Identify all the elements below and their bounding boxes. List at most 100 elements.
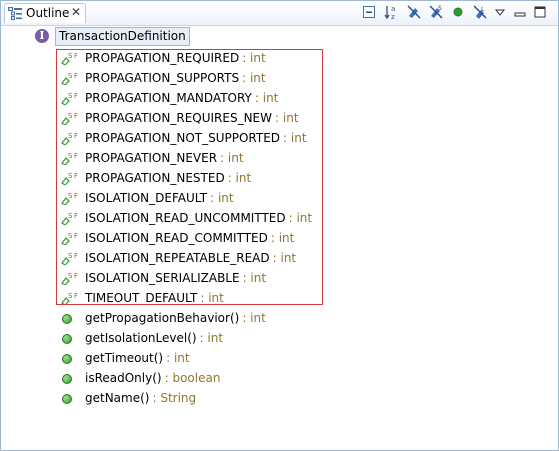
view-menu-icon[interactable] bbox=[492, 4, 508, 20]
field-label: ISOLATION_REPEATABLE_READ bbox=[85, 251, 270, 265]
hide-static-icon[interactable]: S bbox=[428, 4, 444, 20]
field-name: PROPAGATION_NEVER: int bbox=[85, 151, 244, 165]
field-type: : int bbox=[254, 91, 279, 105]
outline-tab[interactable]: Outline ✕ bbox=[4, 3, 86, 23]
field-name: PROPAGATION_NESTED: int bbox=[85, 171, 251, 185]
method-name: getIsolationLevel(): int bbox=[85, 331, 223, 345]
outline-view-icon bbox=[8, 7, 22, 20]
field-type: : int bbox=[275, 111, 299, 125]
svg-text:S: S bbox=[68, 92, 73, 100]
field-name: ISOLATION_READ_UNCOMMITTED: int bbox=[85, 211, 312, 225]
svg-text:F: F bbox=[74, 132, 78, 140]
svg-text:S: S bbox=[68, 232, 73, 240]
field-name: ISOLATION_REPEATABLE_READ: int bbox=[85, 251, 296, 265]
field-label: ISOLATION_READ_UNCOMMITTED bbox=[85, 211, 286, 225]
field-name: ISOLATION_DEFAULT: int bbox=[85, 191, 234, 205]
field-type: : int bbox=[242, 51, 266, 65]
svg-text:S: S bbox=[438, 5, 442, 12]
method-name: getPropagationBehavior(): int bbox=[85, 311, 266, 325]
interface-icon: I bbox=[35, 29, 49, 43]
svg-text:S: S bbox=[68, 252, 73, 260]
method-name: isReadOnly(): boolean bbox=[85, 371, 220, 385]
field-label: ISOLATION_READ_COMMITTED bbox=[85, 231, 268, 245]
field-label: PROPAGATION_REQUIRES_NEW bbox=[85, 111, 273, 125]
field-name: ISOLATION_SERIALIZABLE: int bbox=[85, 271, 266, 285]
svg-text:F: F bbox=[74, 112, 78, 120]
minimize-icon[interactable] bbox=[512, 4, 528, 20]
svg-text:S: S bbox=[68, 132, 73, 140]
field-type: : int bbox=[200, 291, 224, 305]
outline-view: Outline ✕ a z S L I TransactionDefinitio… bbox=[0, 0, 559, 451]
sort-icon[interactable]: a z bbox=[384, 4, 400, 20]
field-label: PROPAGATION_NOT_SUPPORTED bbox=[85, 131, 281, 145]
field-type: : int bbox=[220, 151, 244, 165]
method-label: getTimeout() bbox=[85, 351, 164, 365]
field-type: : int bbox=[283, 131, 307, 145]
svg-text:F: F bbox=[74, 52, 78, 60]
root-label: TransactionDefinition bbox=[55, 27, 190, 46]
method-name: getName(): String bbox=[85, 391, 196, 405]
svg-text:S: S bbox=[68, 212, 73, 220]
field-type: : int bbox=[242, 271, 267, 285]
close-icon[interactable]: ✕ bbox=[71, 5, 83, 19]
field-type: : int bbox=[288, 211, 313, 225]
field-label: PROPAGATION_SUPPORTS bbox=[85, 71, 240, 85]
static-final-field-icon: SF bbox=[61, 232, 78, 245]
method-label: getPropagationBehavior() bbox=[85, 311, 240, 325]
static-final-field-icon: SF bbox=[61, 252, 78, 265]
maximize-icon[interactable] bbox=[532, 4, 548, 20]
field-label: ISOLATION_SERIALIZABLE bbox=[85, 271, 240, 285]
public-method-icon bbox=[62, 394, 72, 404]
field-name: ISOLATION_READ_COMMITTED: int bbox=[85, 231, 294, 245]
hide-fields-icon[interactable] bbox=[406, 4, 422, 20]
public-method-icon bbox=[62, 334, 72, 344]
public-method-icon bbox=[62, 374, 72, 384]
svg-text:S: S bbox=[68, 152, 73, 160]
static-final-field-icon: SF bbox=[61, 212, 78, 225]
svg-text:F: F bbox=[74, 272, 78, 280]
static-final-field-icon: SF bbox=[61, 192, 78, 205]
svg-text:L: L bbox=[481, 6, 485, 13]
method-label: isReadOnly() bbox=[85, 371, 162, 385]
svg-text:F: F bbox=[74, 92, 78, 100]
svg-text:S: S bbox=[68, 172, 73, 180]
field-name: PROPAGATION_SUPPORTS: int bbox=[85, 71, 266, 85]
svg-text:S: S bbox=[68, 192, 73, 200]
svg-text:F: F bbox=[74, 252, 78, 260]
svg-text:z: z bbox=[391, 13, 395, 20]
field-type: : int bbox=[227, 171, 252, 185]
outline-tab-label: Outline bbox=[26, 6, 70, 20]
svg-text:S: S bbox=[68, 272, 73, 280]
public-method-icon bbox=[62, 354, 72, 364]
method-name: getTimeout(): int bbox=[85, 351, 190, 365]
svg-text:S: S bbox=[68, 292, 73, 300]
field-name: TIMEOUT_DEFAULT: int bbox=[85, 291, 224, 305]
method-type: : boolean bbox=[164, 371, 221, 385]
svg-text:F: F bbox=[74, 172, 78, 180]
public-method-icon bbox=[62, 314, 72, 324]
static-final-field-icon: SF bbox=[61, 72, 78, 85]
field-label: ISOLATION_DEFAULT bbox=[85, 191, 208, 205]
svg-text:F: F bbox=[74, 192, 78, 200]
field-label: PROPAGATION_MANDATORY bbox=[85, 91, 252, 105]
method-type: : int bbox=[199, 331, 224, 345]
static-final-field-icon: SF bbox=[61, 92, 78, 105]
field-name: PROPAGATION_NOT_SUPPORTED: int bbox=[85, 131, 307, 145]
field-label: PROPAGATION_NESTED bbox=[85, 171, 225, 185]
svg-text:F: F bbox=[74, 72, 78, 80]
hide-nonpublic-icon[interactable] bbox=[450, 4, 466, 20]
method-type: : int bbox=[166, 351, 190, 365]
outline-tree: I TransactionDefinition S F PROPAGATION_RE… bbox=[1, 26, 558, 450]
svg-text:F: F bbox=[74, 212, 78, 220]
method-label: getIsolationLevel() bbox=[85, 331, 197, 345]
svg-text:F: F bbox=[74, 292, 78, 300]
hide-local-types-icon[interactable]: L bbox=[472, 4, 488, 20]
svg-text:S: S bbox=[68, 72, 73, 80]
collapse-all-icon[interactable] bbox=[361, 4, 377, 20]
field-name: PROPAGATION_REQUIRED: int bbox=[85, 51, 266, 65]
method-label: getName() bbox=[85, 391, 150, 405]
field-label: TIMEOUT_DEFAULT bbox=[85, 291, 198, 305]
static-final-field-icon: SF bbox=[61, 132, 78, 145]
svg-text:F: F bbox=[74, 152, 78, 160]
static-final-field-icon: SF bbox=[61, 292, 78, 305]
